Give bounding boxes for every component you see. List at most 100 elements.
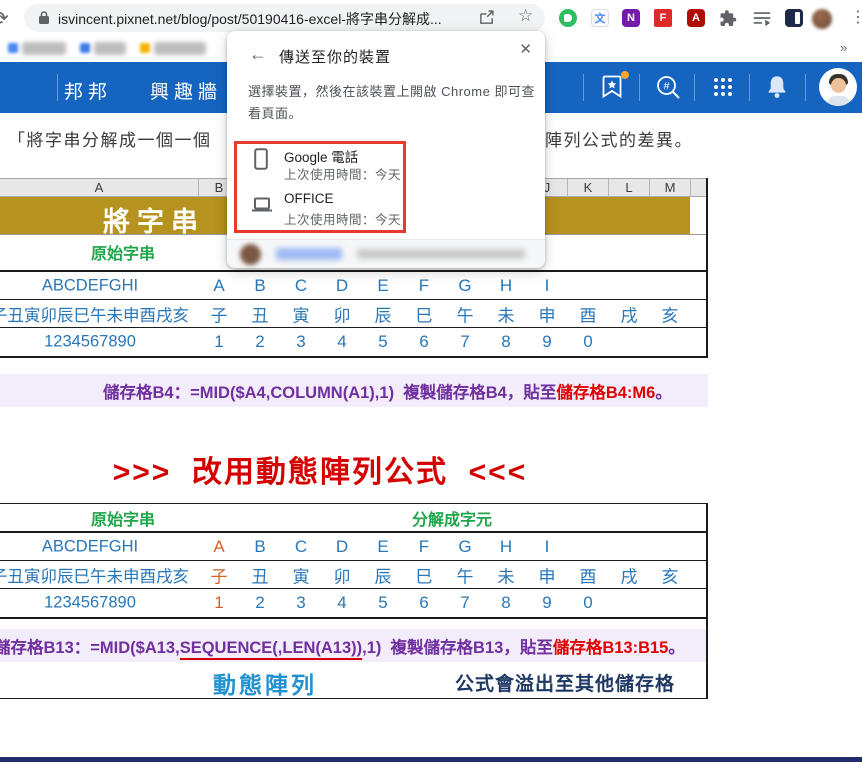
account-name-blurred	[276, 248, 342, 260]
split-char-cell: 6	[419, 332, 429, 351]
bookmark-favicon[interactable]	[8, 43, 18, 53]
column-header-M: M	[650, 179, 691, 197]
spill-label: 公式會溢出至其他儲存格	[454, 674, 676, 695]
split-char-cell: 巳	[415, 567, 433, 586]
user-avatar[interactable]	[819, 68, 857, 106]
column-header-K: K	[568, 179, 609, 197]
split-char-cell: D	[335, 275, 349, 295]
intro-text-right: 陣列公式的差異。	[545, 131, 693, 150]
bookmark-item-blurred[interactable]	[22, 42, 66, 55]
split-char-cell: 4	[337, 332, 347, 351]
source-string: 1234567890	[44, 593, 136, 612]
intro-text-left: 「將字串分解成一個一個	[8, 131, 212, 150]
split-char-cell: 午	[456, 306, 474, 325]
formula-part: 。	[655, 383, 672, 402]
reading-list-icon[interactable]	[753, 9, 771, 27]
source-string: 子丑寅卯辰巳午未申酉戌亥	[0, 567, 189, 586]
table-row: 子丑寅卯辰巳午未申酉戌亥 子丑寅卯辰巳午未申酉戌亥	[0, 561, 708, 588]
translate-extension-icon[interactable]: 文	[591, 9, 609, 27]
flipboard-extension-icon[interactable]: F	[654, 9, 672, 27]
table-row: ABCDEFGHI ABCDEFGHI	[0, 272, 708, 299]
split-char-cell: 2	[255, 332, 265, 351]
split-char-cell: C	[294, 275, 308, 295]
evernote-elephant-glyph	[564, 14, 572, 22]
bookmark-favicon[interactable]	[80, 43, 90, 53]
split-char-cell: D	[335, 536, 349, 556]
onenote-extension-icon[interactable]: N	[622, 9, 640, 27]
formula-box-1: 儲存格B4：=MID($A4,COLUMN(A1),1) 複製儲存格B4，貼至儲…	[0, 374, 708, 407]
split-char-cell: B	[254, 275, 266, 295]
split-char-cell: 2	[255, 593, 265, 612]
split-char-cell: 6	[419, 593, 429, 612]
split-char-cell: H	[499, 275, 513, 295]
apps-grid-icon[interactable]	[712, 76, 734, 103]
split-char-cell: 子	[210, 306, 228, 325]
formula-box-2: 儲存格B13：=MID($A13,SEQUENCE(,LEN(A13)),1) …	[0, 629, 708, 662]
split-char-cell: 申	[538, 567, 556, 586]
split-char-cell: 9	[542, 332, 552, 351]
split-char-cell: 1	[214, 593, 224, 612]
nav-item-bangbang[interactable]: 邦邦	[64, 77, 112, 104]
notification-dot	[621, 71, 629, 79]
lock-icon[interactable]	[38, 10, 50, 30]
split-char-cell: 戌	[620, 306, 638, 325]
split-char-cell: 丑	[251, 567, 269, 586]
side-panel-icon[interactable]	[785, 9, 803, 27]
browser-menu-kebab-icon[interactable]: ⋮	[850, 7, 862, 27]
table-row: 1234567890 1234567890	[0, 328, 708, 356]
reload-icon[interactable]: ⟳	[0, 6, 9, 31]
evernote-extension-icon[interactable]	[559, 9, 577, 27]
dynamic-array-label: 動態陣列	[213, 672, 317, 698]
split-char-cell: A	[213, 275, 225, 295]
split-char-cell: A	[213, 536, 225, 556]
split-char-cell: 8	[501, 332, 511, 351]
split-char-cell: E	[377, 536, 389, 556]
original-string-label: 原始字串	[90, 246, 156, 263]
navbar-divider	[583, 74, 584, 101]
split-char-cell: I	[544, 536, 550, 556]
split-char-cell: C	[294, 536, 308, 556]
bookmark-item-blurred[interactable]	[154, 42, 206, 55]
split-char-cell: 1	[214, 332, 224, 351]
nav-item-interest-wall[interactable]: 興趣牆	[150, 77, 222, 104]
split-char-cell: 7	[460, 593, 470, 612]
account-email-blurred	[357, 249, 525, 259]
split-char-cell: 8	[501, 593, 511, 612]
avatar-face	[831, 78, 846, 93]
table-row: 子丑寅卯辰巳午未申酉戌亥 子丑寅卯辰巳午未申酉戌亥	[0, 300, 708, 327]
formula-text: 儲存格B13：=MID($A13,SEQUENCE(,LEN(A13)),1) …	[0, 634, 685, 660]
close-icon[interactable]: ✕	[519, 40, 532, 58]
bookmark-star-icon[interactable]: ☆	[518, 6, 533, 26]
split-char-cell: 3	[296, 593, 306, 612]
extensions-puzzle-icon[interactable]	[719, 9, 737, 27]
back-arrow-icon[interactable]: ←	[249, 44, 267, 65]
bookmark-collection-icon[interactable]	[602, 74, 622, 104]
split-char-cell: 子	[210, 567, 228, 586]
account-avatar-blurred	[240, 244, 261, 265]
formula-part: 儲存格B4：=MID($A4,COLUMN(A1),1) 複製儲存格B4，貼至	[103, 383, 557, 402]
dynamic-array-heading: >>> 改用動態陣列公式 <<<	[112, 456, 528, 489]
formula-part: 儲存格B13:B15	[552, 638, 669, 657]
browser-profile-avatar[interactable]	[812, 9, 832, 29]
share-icon[interactable]	[478, 9, 495, 31]
split-char-cell: 辰	[374, 306, 392, 325]
original-string-label: 原始字串	[90, 512, 156, 529]
split-char-cell: 未	[497, 306, 515, 325]
split-char-cell: 9	[542, 593, 552, 612]
bookmark-item-blurred[interactable]	[94, 42, 126, 55]
split-char-cell: 卯	[333, 306, 351, 325]
split-char-cell: G	[458, 536, 472, 556]
hashtag-search-icon[interactable]: #	[655, 74, 682, 106]
bookmarks-overflow-chevron[interactable]: »	[840, 40, 847, 55]
acrobat-extension-icon[interactable]: A	[687, 9, 705, 27]
bookmark-favicon[interactable]	[140, 43, 150, 53]
account-footer[interactable]	[227, 239, 545, 268]
split-char-cell: 戌	[620, 567, 638, 586]
column-header-A: A	[0, 179, 199, 197]
bell-icon[interactable]	[766, 74, 788, 105]
split-char-cell: H	[499, 536, 513, 556]
spreadsheet-table-2: 原始字串 分解成字元 ABCDEFGHI ABCDEFGHI 子丑寅卯辰巳午未申…	[0, 503, 708, 699]
split-char-cell: 丑	[251, 306, 269, 325]
navbar-divider	[749, 74, 750, 101]
url-text[interactable]: isvincent.pixnet.net/blog/post/50190416-…	[58, 9, 442, 29]
